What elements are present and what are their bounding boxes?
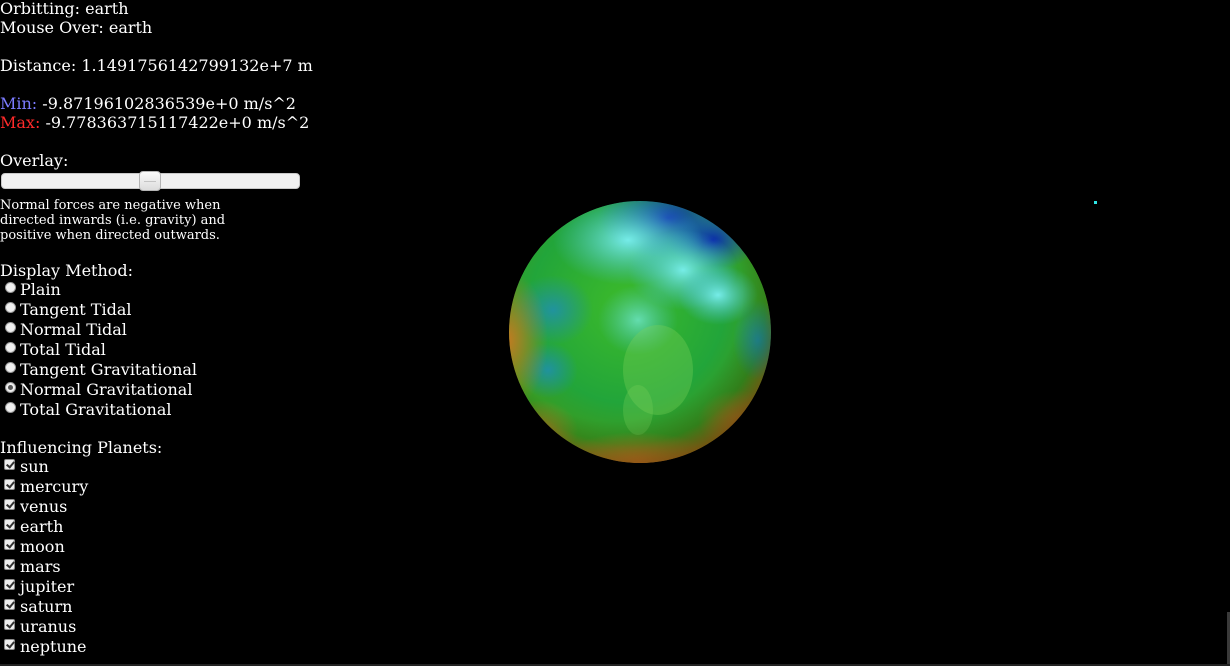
planet-option[interactable]: mercury	[0, 477, 310, 497]
display-method-option-label: Normal Tidal	[20, 320, 127, 339]
display-method-option[interactable]: Plain	[0, 280, 310, 300]
influencing-planets-list: sun mercury venus earth moon mars jupiter satur…	[0, 457, 310, 657]
display-method-option-label: Tangent Tidal	[20, 300, 132, 319]
overlay-label: Overlay:	[0, 151, 69, 170]
display-method-option[interactable]: Tangent Tidal	[0, 300, 310, 320]
display-method-options: Plain Tangent Tidal Normal Tidal Total Tida…	[0, 280, 310, 420]
orbiting-label: Orbitting:	[0, 0, 81, 18]
radio-button[interactable]	[5, 402, 16, 413]
checkbox[interactable]	[4, 559, 15, 570]
planet-option-label: moon	[20, 537, 65, 556]
mouse-over-value: earth	[108, 18, 153, 37]
overlay-slider[interactable]	[0, 171, 300, 191]
display-method-option-label: Normal Gravitational	[20, 380, 193, 399]
display-method-label: Display Method:	[0, 261, 134, 280]
distance-line: Distance: 1.1491756142799132e+7 m	[0, 56, 313, 75]
max-label: Max:	[0, 113, 41, 132]
min-line: Min: -9.87196102836539e+0 m/s^2	[0, 94, 310, 113]
planet-option-label: saturn	[20, 597, 73, 616]
planet-option-label: mercury	[20, 477, 89, 496]
display-method-option[interactable]: Total Gravitational	[0, 400, 310, 420]
earth-globe[interactable]	[508, 200, 772, 464]
planet-option[interactable]: uranus	[0, 617, 310, 637]
overlay-slider-thumb[interactable]	[139, 171, 161, 191]
radio-button[interactable]	[5, 302, 16, 313]
planet-option-label: jupiter	[20, 577, 75, 596]
planet-option[interactable]: earth	[0, 517, 310, 537]
checkbox[interactable]	[4, 599, 15, 610]
checkbox[interactable]	[4, 619, 15, 630]
distant-star-dot	[1094, 201, 1097, 204]
planet-option[interactable]: jupiter	[0, 577, 310, 597]
display-method-option-label: Total Tidal	[20, 340, 106, 359]
planet-option-label: venus	[20, 497, 68, 516]
normal-forces-note: Normal forces are negative when directed…	[0, 198, 226, 243]
radio-button[interactable]	[5, 322, 16, 333]
radio-button[interactable]	[5, 362, 16, 373]
planet-option-label: sun	[20, 457, 49, 476]
checkbox[interactable]	[4, 579, 15, 590]
display-method-option-label: Total Gravitational	[20, 400, 172, 419]
checkbox[interactable]	[4, 459, 15, 470]
min-value: -9.87196102836539e+0 m/s^2	[42, 94, 296, 113]
checkbox[interactable]	[4, 639, 15, 650]
planet-option[interactable]: neptune	[0, 637, 310, 657]
display-method-option-label: Tangent Gravitational	[20, 360, 198, 379]
display-method-option[interactable]: Tangent Gravitational	[0, 360, 310, 380]
planet-option[interactable]: mars	[0, 557, 310, 577]
display-method-option[interactable]: Normal Tidal	[0, 320, 310, 340]
planet-option[interactable]: moon	[0, 537, 310, 557]
checkbox[interactable]	[4, 499, 15, 510]
max-value: -9.778363715117422e+0 m/s^2	[45, 113, 310, 132]
orbiting-value: earth	[85, 0, 129, 18]
radio-button[interactable]	[5, 342, 16, 353]
radio-button[interactable]	[5, 282, 16, 293]
display-method-option[interactable]: Normal Gravitational	[0, 380, 310, 400]
planet-option-label: earth	[20, 517, 64, 536]
distance-label: Distance:	[0, 56, 77, 75]
planet-option[interactable]: saturn	[0, 597, 310, 617]
distance-value: 1.1491756142799132e+7 m	[81, 56, 313, 75]
checkbox[interactable]	[4, 519, 15, 530]
display-method-option[interactable]: Total Tidal	[0, 340, 310, 360]
mouse-over-label: Mouse Over:	[0, 18, 104, 37]
influencing-planets-label: Influencing Planets:	[0, 438, 163, 457]
mouse-over-line: Mouse Over: earth	[0, 18, 310, 37]
planet-option-label: neptune	[20, 637, 87, 656]
planet-option[interactable]: sun	[0, 457, 310, 477]
planet-option-label: uranus	[20, 617, 77, 636]
checkbox[interactable]	[4, 479, 15, 490]
orbiting-line: Orbitting: earth	[0, 0, 310, 18]
max-line: Max: -9.778363715117422e+0 m/s^2	[0, 113, 310, 132]
planet-option-label: mars	[20, 557, 61, 576]
display-method-option-label: Plain	[20, 280, 61, 299]
planet-option[interactable]: venus	[0, 497, 310, 517]
radio-button[interactable]	[5, 382, 16, 393]
min-label: Min:	[0, 94, 38, 113]
earth-globe-render	[509, 201, 771, 463]
checkbox[interactable]	[4, 539, 15, 550]
control-panel: Orbitting: earth Mouse Over: earth Dista…	[0, 0, 313, 657]
